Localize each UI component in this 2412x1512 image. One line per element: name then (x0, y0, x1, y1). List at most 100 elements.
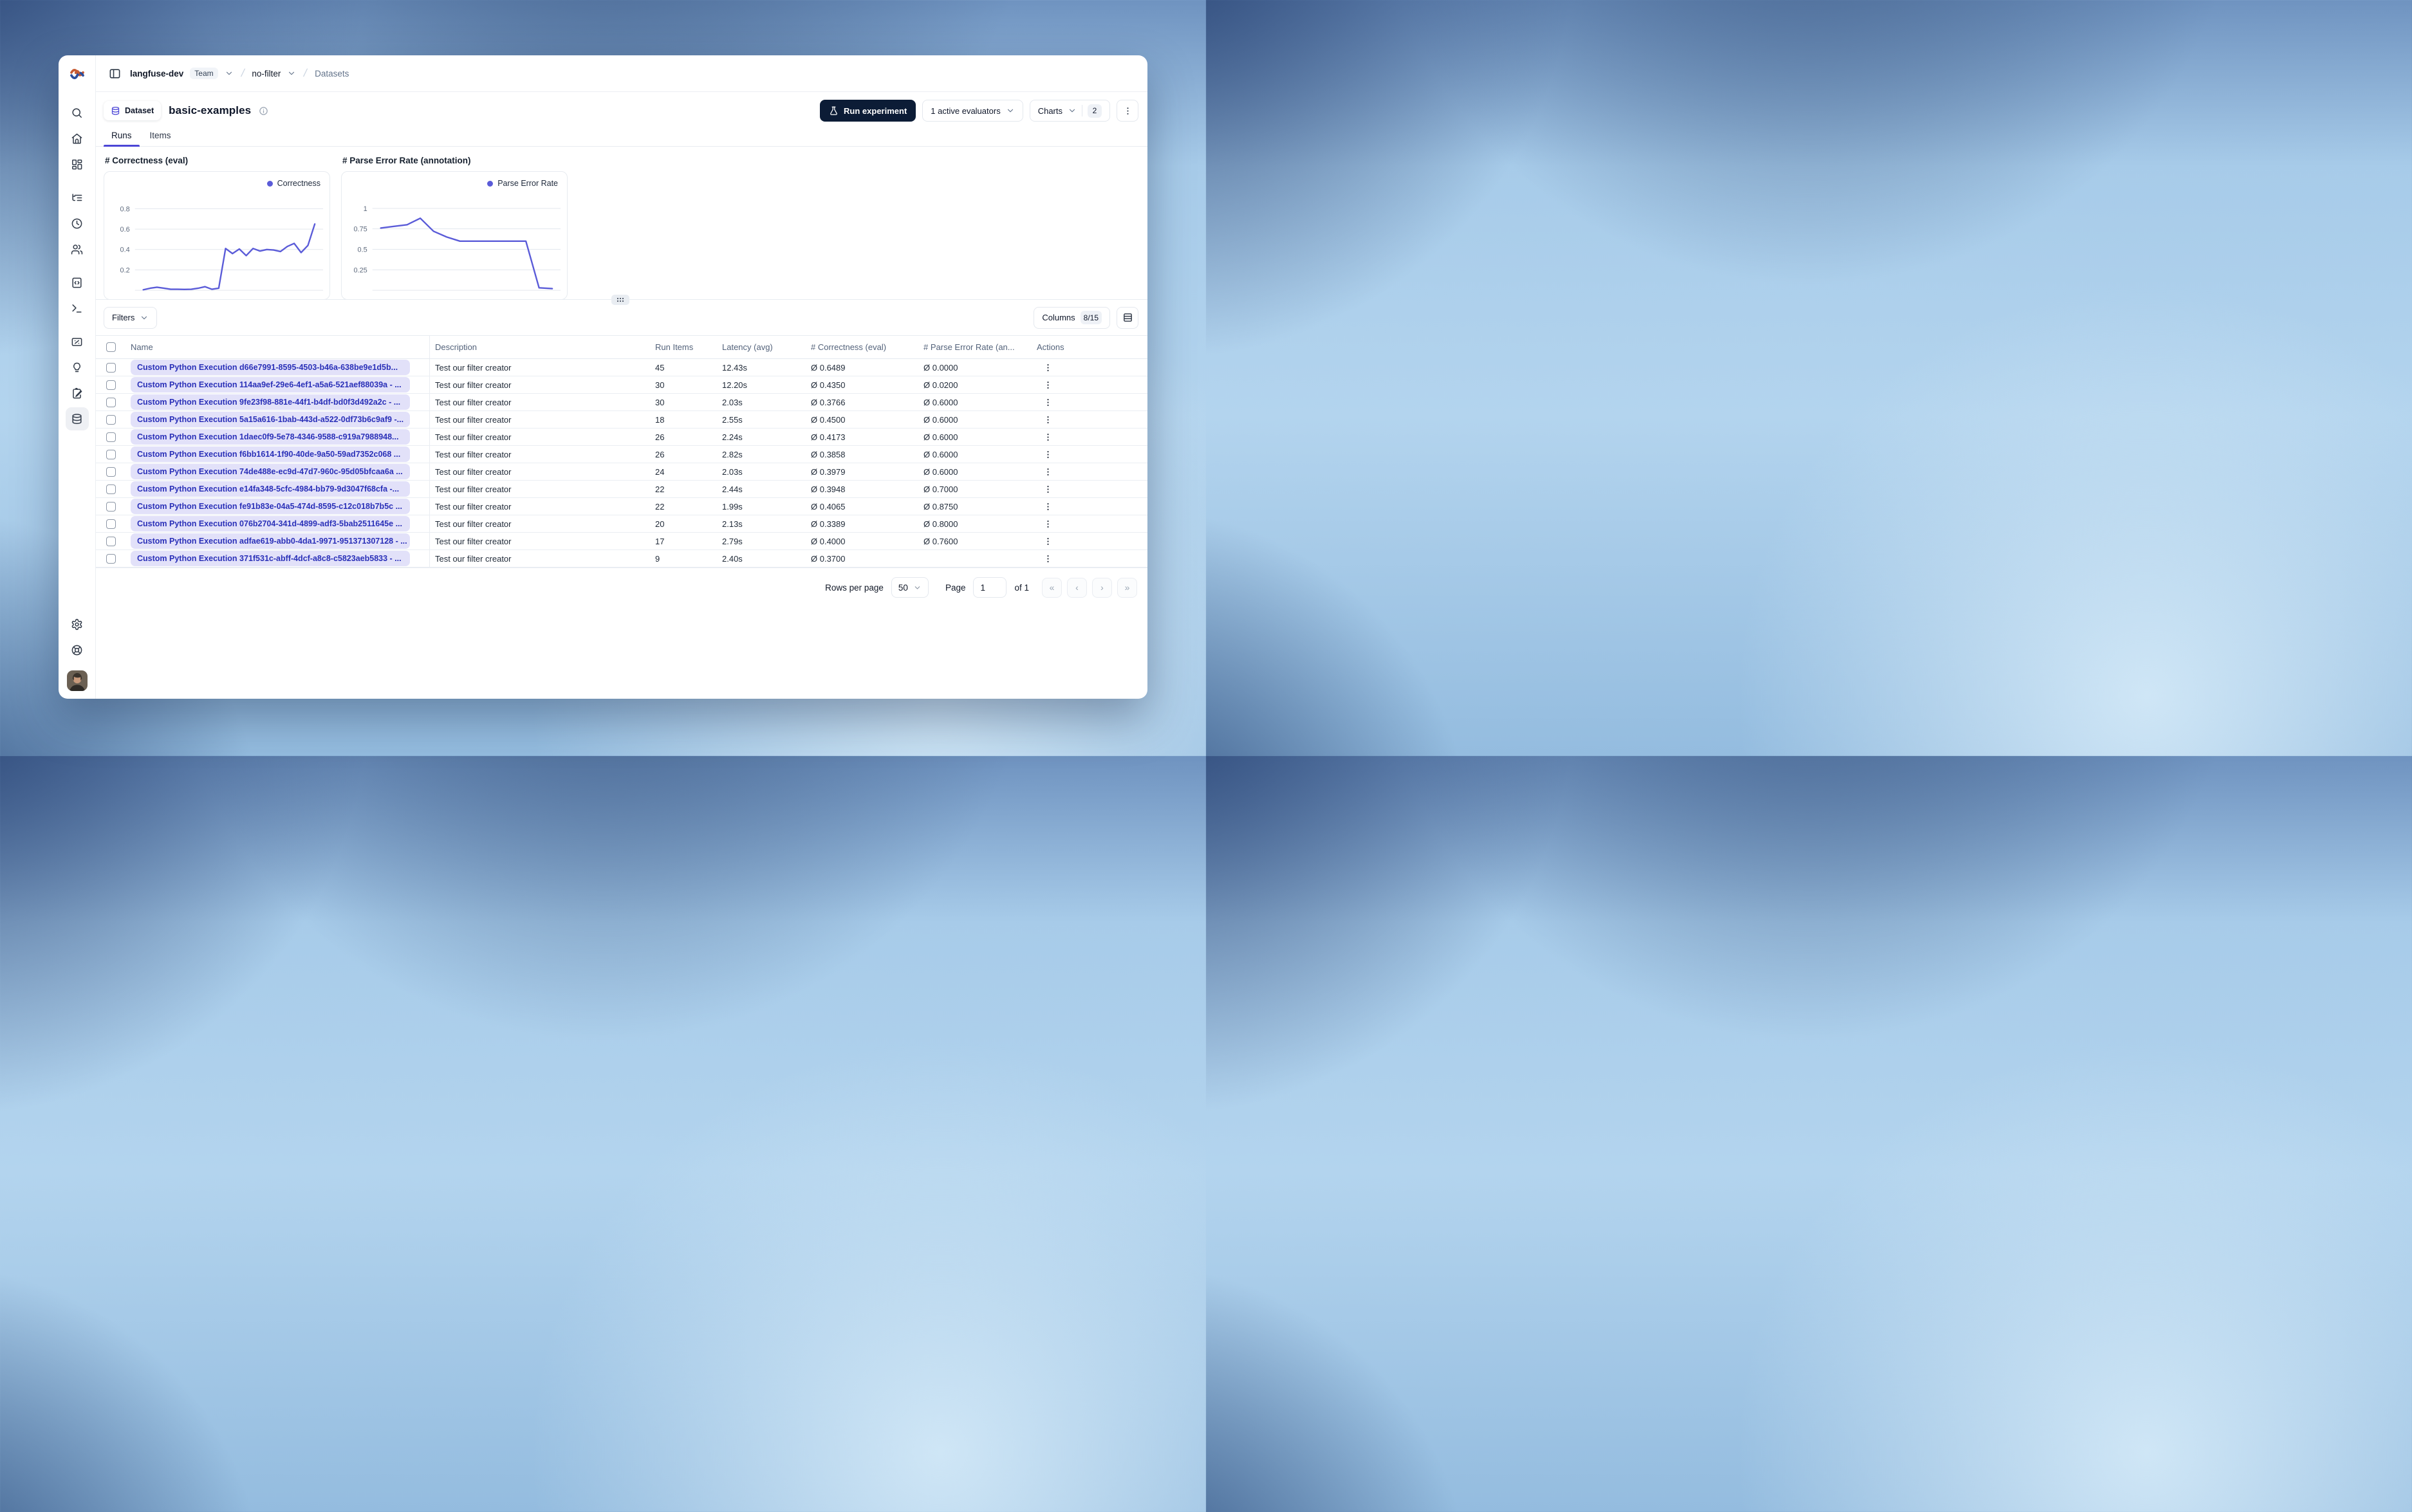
kebab-menu-icon (1046, 364, 1049, 371)
resize-drag-handle[interactable] (611, 295, 629, 305)
page-number-input[interactable] (973, 577, 1007, 598)
sidebar-item-judge-frame[interactable] (66, 330, 89, 353)
row-checkbox[interactable] (106, 484, 116, 494)
sidebar-toggle-button[interactable] (106, 65, 124, 82)
sidebar-item-database[interactable] (65, 407, 89, 430)
run-name-link[interactable]: Custom Python Execution 9fe23f98-881e-44… (131, 394, 410, 410)
langfuse-logo[interactable] (59, 55, 95, 92)
run-name-link[interactable]: Custom Python Execution fe91b83e-04a5-47… (131, 499, 410, 514)
charts-dropdown[interactable]: Charts 2 (1029, 100, 1110, 122)
run-experiment-button[interactable]: Run experiment (820, 100, 916, 122)
chevron-down-icon (913, 584, 922, 592)
breadcrumb-org[interactable]: langfuse-dev (130, 69, 183, 78)
support-button[interactable] (66, 638, 89, 661)
sidebar-item-clock[interactable] (66, 212, 89, 235)
sidebar-item-clipboard-pen[interactable] (66, 382, 89, 405)
column-header-run-items[interactable]: Run Items (650, 342, 717, 352)
breadcrumb-section[interactable]: Datasets (315, 69, 349, 78)
sidebar-item-list-tree[interactable] (66, 186, 89, 209)
run-name-link[interactable]: Custom Python Execution 74de488e-ec9d-47… (131, 464, 410, 479)
first-page-button[interactable]: « (1042, 577, 1062, 598)
column-header-parse-error-rate[interactable]: # Parse Error Rate (an... (918, 342, 1032, 352)
file-code-icon (72, 277, 82, 288)
dataset-info-icon[interactable] (259, 106, 268, 116)
run-items-cell: 20 (655, 519, 665, 529)
run-name-link[interactable]: Custom Python Execution 1daec0f9-5e78-43… (131, 429, 410, 445)
correctness-cell: Ø 0.3700 (811, 553, 846, 564)
dataset-more-actions-button[interactable] (1117, 100, 1138, 122)
sidebar-item-dashboard[interactable] (66, 152, 89, 176)
row-actions-button[interactable] (1039, 376, 1056, 393)
row-actions-button[interactable] (1039, 359, 1056, 376)
sidebar-item-users[interactable] (66, 237, 89, 261)
columns-count-badge: 8/15 (1080, 311, 1102, 324)
prev-page-button[interactable]: ‹ (1067, 577, 1087, 598)
breadcrumb-project[interactable]: no-filter (252, 69, 281, 78)
column-header-correctness[interactable]: # Correctness (eval) (806, 342, 918, 352)
row-checkbox[interactable] (106, 466, 116, 477)
row-actions-button[interactable] (1039, 481, 1056, 497)
last-page-button[interactable]: » (1117, 577, 1137, 598)
column-header-description[interactable]: Description (430, 342, 650, 352)
row-checkbox[interactable] (106, 362, 116, 373)
select-all-checkbox[interactable] (106, 342, 116, 352)
tab-items[interactable]: Items (142, 127, 179, 146)
sidebar-item-file-code[interactable] (66, 271, 89, 294)
evaluators-dropdown[interactable]: 1 active evaluators (922, 100, 1023, 122)
run-name-link[interactable]: Custom Python Execution adfae619-abb0-4d… (131, 533, 410, 549)
run-description-cell: Test our filter creator (435, 380, 512, 390)
row-actions-button[interactable] (1039, 446, 1056, 463)
project-switcher[interactable] (287, 69, 296, 78)
parse-error-rate-cell: Ø 0.0200 (923, 380, 958, 390)
row-checkbox[interactable] (106, 536, 116, 546)
tab-runs[interactable]: Runs (104, 127, 140, 147)
correctness-cell: Ø 0.3948 (811, 484, 846, 494)
row-actions-button[interactable] (1039, 533, 1056, 549)
columns-button[interactable]: Columns 8/15 (1034, 306, 1110, 329)
settings-button[interactable] (66, 613, 89, 636)
row-checkbox[interactable] (106, 380, 116, 390)
rows-per-page-select[interactable]: 50 (891, 577, 929, 598)
svg-text:0.8: 0.8 (120, 205, 130, 213)
sidebar-item-lightbulb[interactable] (66, 356, 89, 379)
row-checkbox[interactable] (106, 519, 116, 529)
row-checkbox[interactable] (106, 501, 116, 512)
run-name-link[interactable]: Custom Python Execution 114aa9ef-29e6-4e… (131, 377, 410, 392)
row-actions-button[interactable] (1039, 550, 1056, 567)
sidebar-item-terminal[interactable] (66, 297, 89, 320)
run-name-link[interactable]: Custom Python Execution 371f531c-abff-4d… (131, 551, 410, 566)
sidebar-item-search[interactable] (66, 101, 89, 124)
run-items-cell: 18 (655, 414, 665, 425)
row-checkbox[interactable] (106, 397, 116, 407)
parse-error-rate-cell: Ø 0.6000 (923, 414, 958, 425)
filters-button[interactable]: Filters (104, 306, 158, 329)
row-checkbox[interactable] (106, 553, 116, 564)
database-icon (72, 413, 82, 424)
row-actions-button[interactable] (1039, 429, 1056, 445)
column-header-latency[interactable]: Latency (avg) (717, 342, 806, 352)
run-name-link[interactable]: Custom Python Execution 5a15a616-1bab-44… (131, 412, 410, 427)
next-page-button[interactable]: › (1092, 577, 1112, 598)
run-name-link[interactable]: Custom Python Execution 076b2704-341d-48… (131, 516, 410, 531)
table-toolbar: Filters Columns 8/15 (96, 300, 1147, 336)
org-switcher[interactable] (225, 69, 234, 78)
column-header-name[interactable]: Name (125, 336, 430, 358)
correctness-cell: Ø 0.4173 (811, 432, 846, 442)
row-checkbox[interactable] (106, 414, 116, 425)
row-actions-button[interactable] (1039, 394, 1056, 410)
run-name-link[interactable]: Custom Python Execution e14fa348-5cfc-49… (131, 481, 410, 497)
user-avatar[interactable] (66, 670, 88, 691)
breadcrumb: langfuse-dev Team / no-filter / Datasets (96, 55, 1147, 92)
sidebar-item-home[interactable] (66, 127, 89, 150)
row-actions-button[interactable] (1039, 515, 1056, 532)
row-actions-button[interactable] (1039, 498, 1056, 515)
row-checkbox[interactable] (106, 432, 116, 442)
run-name-link[interactable]: Custom Python Execution d66e7991-8595-45… (131, 360, 410, 375)
row-actions-button[interactable] (1039, 463, 1056, 480)
row-actions-button[interactable] (1039, 411, 1056, 428)
row-height-button[interactable] (1117, 306, 1138, 329)
page-title: basic-examples (169, 104, 252, 116)
run-name-link[interactable]: Custom Python Execution f6bb1614-1f90-40… (131, 447, 410, 462)
row-checkbox[interactable] (106, 449, 116, 459)
actions-cell (1032, 533, 1147, 549)
